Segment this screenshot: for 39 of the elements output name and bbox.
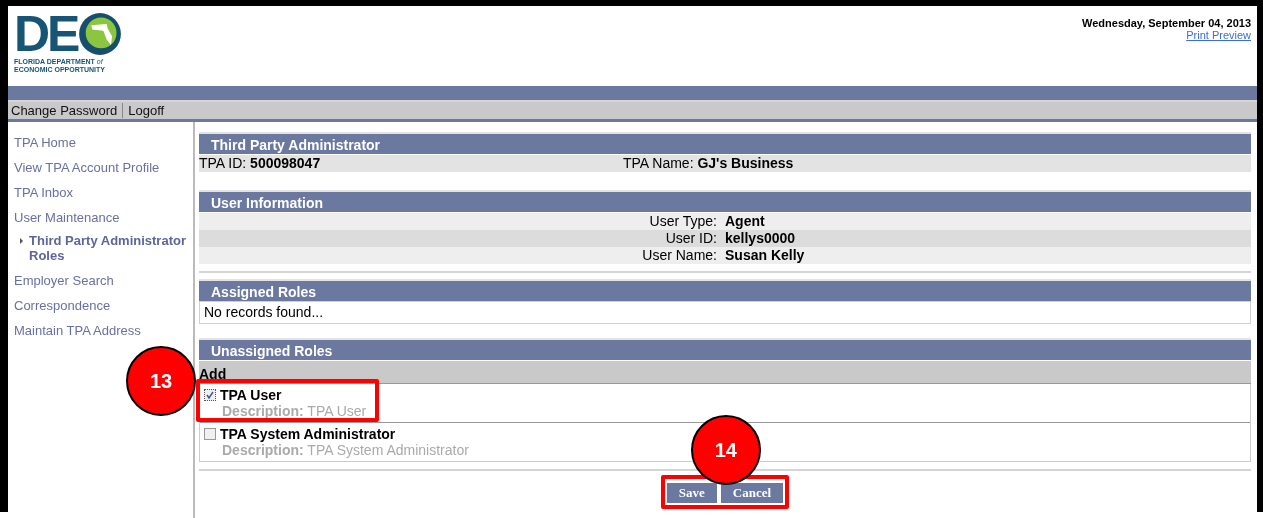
nav-link[interactable]: Change Password [11, 103, 118, 118]
sidebar-item[interactable]: TPA Inbox [14, 185, 193, 200]
logo-text: DE [14, 10, 78, 58]
column-header: Add [199, 361, 1251, 384]
sidebar-item[interactable]: View TPA Account Profile [14, 160, 193, 175]
role-description: Description: TPA User [221, 403, 367, 419]
role-name: TPA System Administrator [220, 426, 396, 442]
section-header: User Information [199, 190, 1251, 212]
nav-link[interactable]: Logoff [128, 103, 165, 118]
callout-badge: 13 [126, 346, 196, 416]
section-header: Assigned Roles [199, 279, 1251, 301]
action-button[interactable]: Cancel [720, 483, 784, 503]
section-header: Unassigned Roles [199, 338, 1251, 360]
globe-icon [78, 12, 123, 56]
sidebar-item[interactable]: Maintain TPA Address [14, 323, 193, 338]
field-label: User Name: [641, 247, 718, 264]
sidebar-item[interactable]: User Maintenance [14, 210, 193, 225]
field-label: User Type: [648, 213, 718, 230]
field-text: TPA Name: GJ's Business [623, 155, 795, 172]
sidebar-item[interactable]: TPA Home [14, 135, 193, 150]
date-text: Wednesday, September 04, 2013 [1082, 17, 1251, 29]
checkbox[interactable] [204, 428, 216, 440]
sidebar-item[interactable]: Correspondence [14, 298, 193, 313]
action-button[interactable]: Save [666, 483, 717, 503]
field-value: Agent [725, 213, 766, 230]
sidebar-item[interactable]: Third Party Administrator Roles [20, 233, 193, 263]
role-description: Description: TPA System Administrator [221, 442, 469, 458]
field-text: TPA ID: 500098047 [199, 155, 322, 172]
empty-message: No records found... [199, 301, 1251, 324]
checkbox[interactable] [204, 389, 216, 401]
field-value: Susan Kelly [725, 247, 806, 264]
sidebar-item[interactable]: Employer Search [14, 273, 193, 288]
field-value: kellys0000 [725, 230, 797, 247]
field-label: User ID: [664, 230, 718, 247]
bullet-icon [20, 238, 23, 244]
section-header: Third Party Administrator [199, 132, 1251, 154]
role-name: TPA User [220, 387, 282, 403]
callout-badge: 14 [690, 415, 761, 485]
print-preview-link[interactable]: Print Preview [1082, 29, 1251, 41]
